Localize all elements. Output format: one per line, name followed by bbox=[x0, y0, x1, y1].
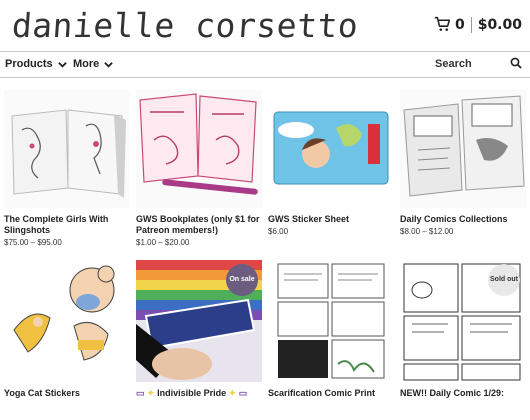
sale-badge: On sale bbox=[226, 264, 258, 296]
product-card[interactable]: GWS Sticker Sheet $6.00 bbox=[268, 90, 394, 236]
product-card[interactable]: On sale ▭ ✦ Indivisible Pride ✦ ▭ bbox=[136, 260, 262, 399]
product-card[interactable]: The Complete Girls With Slingshots $75.0… bbox=[4, 90, 130, 247]
navigation-bar: Products More Search bbox=[0, 52, 530, 77]
product-image[interactable] bbox=[4, 260, 130, 382]
sold-out-badge: Sold out bbox=[488, 264, 520, 296]
product-title[interactable]: The Complete Girls With Slingshots bbox=[4, 214, 130, 236]
product-card[interactable]: Sold out NEW!! Daily Comic 1/29: bbox=[400, 260, 526, 399]
product-image[interactable] bbox=[136, 90, 262, 208]
product-price: $1.00 – $20.00 bbox=[136, 238, 190, 247]
product-price: $6.00 bbox=[268, 227, 289, 236]
nav-products-dropdown[interactable]: Products bbox=[5, 58, 67, 70]
product-title[interactable]: GWS Bookplates (only $1 for Patreon memb… bbox=[136, 214, 262, 236]
search-icon[interactable] bbox=[510, 57, 522, 69]
nav-more-dropdown[interactable]: More bbox=[73, 58, 114, 70]
rainbow-icon: ▭ bbox=[136, 388, 145, 398]
sparkle-icon: ✦ bbox=[147, 388, 155, 398]
nav-more-label: More bbox=[73, 58, 100, 70]
rainbow-icon: ▭ bbox=[238, 388, 248, 398]
cart-count: 0 bbox=[454, 16, 465, 33]
cart-button[interactable]: 0 $0.00 bbox=[434, 16, 522, 33]
product-price: $75.00 – $95.00 bbox=[4, 238, 62, 247]
chevron-down-icon bbox=[57, 61, 67, 68]
product-image[interactable]: Sold out bbox=[400, 260, 526, 382]
search-input[interactable]: Search bbox=[435, 58, 472, 70]
product-title[interactable]: Scarification Comic Print bbox=[268, 388, 394, 399]
cart-total: $0.00 bbox=[477, 16, 522, 33]
product-title[interactable]: Yoga Cat Stickers bbox=[4, 388, 130, 399]
nav-divider bbox=[0, 77, 530, 78]
store-logo[interactable]: danielle corsetto bbox=[11, 6, 360, 45]
product-card[interactable]: Daily Comics Collections $8.00 – $12.00 bbox=[400, 90, 526, 236]
product-image[interactable] bbox=[4, 90, 130, 208]
sparkle-icon: ✦ bbox=[228, 388, 237, 398]
product-price: $8.00 – $12.00 bbox=[400, 227, 454, 236]
nav-products-label: Products bbox=[5, 58, 53, 70]
product-title[interactable]: GWS Sticker Sheet bbox=[268, 214, 394, 225]
product-title[interactable]: ▭ ✦ Indivisible Pride ✦ ▭ bbox=[136, 388, 262, 399]
product-image[interactable] bbox=[268, 90, 394, 208]
product-title-text: Indivisible Pride bbox=[157, 388, 227, 398]
product-image[interactable] bbox=[400, 90, 526, 208]
product-title[interactable]: Daily Comics Collections bbox=[400, 214, 526, 225]
product-card[interactable]: Yoga Cat Stickers bbox=[4, 260, 130, 399]
product-image[interactable]: On sale bbox=[136, 260, 262, 382]
product-image[interactable] bbox=[268, 260, 394, 382]
product-card[interactable]: GWS Bookplates (only $1 for Patreon memb… bbox=[136, 90, 262, 247]
product-title[interactable]: NEW!! Daily Comic 1/29: bbox=[400, 388, 526, 399]
cart-divider bbox=[470, 16, 472, 33]
product-card[interactable]: Scarification Comic Print bbox=[268, 260, 394, 399]
header: danielle corsetto 0 $0.00 bbox=[0, 0, 530, 52]
cart-icon bbox=[434, 16, 451, 31]
chevron-down-icon bbox=[104, 61, 114, 68]
